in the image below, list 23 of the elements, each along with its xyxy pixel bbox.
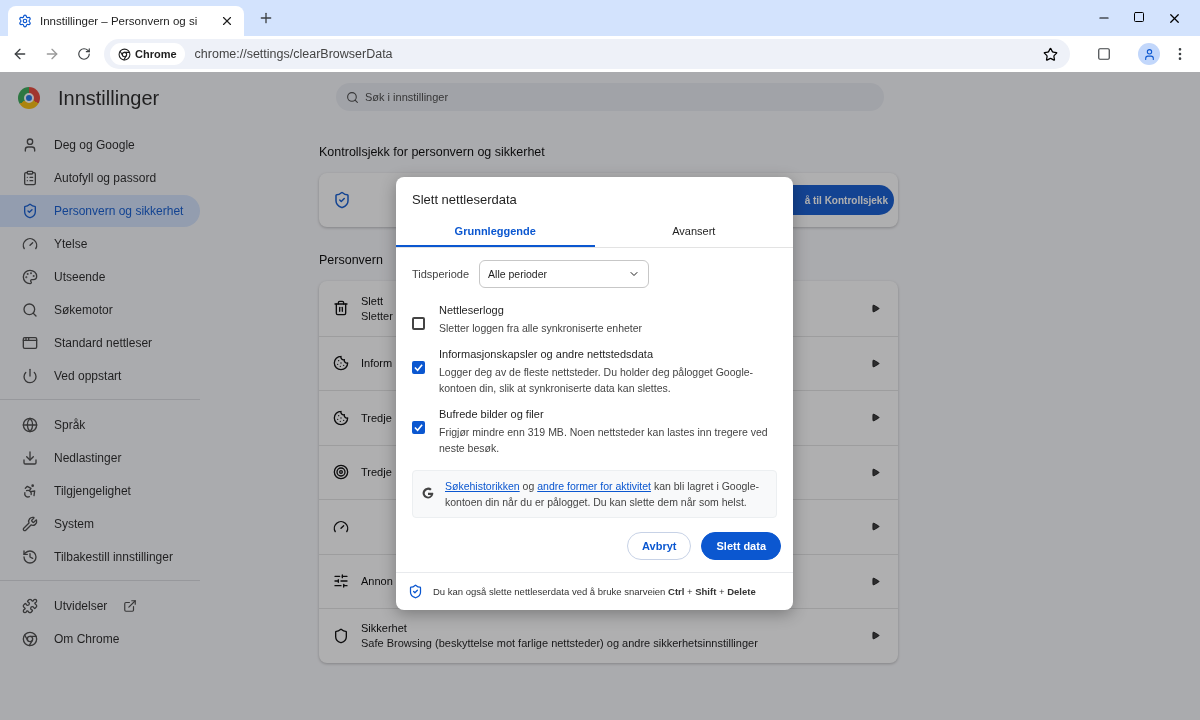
option-description: Frigjør mindre enn 319 MB. Noen nettsteder kan lastes inn tregere ved neste besøk.: [439, 425, 769, 456]
row-subtitle: Sletter: [361, 309, 393, 322]
shortcut-hint: Du kan også slette nettleserdata ved å bruke snarveien Ctrl + Shift + Delete: [433, 586, 756, 597]
row-title: Slett: [361, 294, 383, 307]
url-text: chrome://settings/clearBrowserData: [194, 47, 394, 61]
tab-title: Innstillinger – Personvern og si: [40, 15, 199, 27]
settings-title: Innstillinger: [58, 86, 160, 110]
section-heading: Kontrollsjekk for personvern og sikkerhet: [319, 145, 545, 159]
row-title: Tredje: [361, 411, 392, 424]
option-title: Bufrede bilder og filer: [439, 408, 545, 420]
info-text: Søkehistorikken og andre former for aktivitet kan bli lagret i Google-kontoen din når du er pålogget. Du kan slette dem når som helst.: [445, 479, 760, 510]
section-heading: Personvern: [319, 253, 383, 267]
option-description: Sletter loggen fra alle synkroniserte enheter: [439, 321, 643, 336]
option-description: Logger deg av de fleste nettsteder. Du holder deg pålogget Google-kontoen din, slik at synkroniserte data kan slettes.: [439, 365, 755, 396]
row-title: Sikkerhet: [361, 622, 407, 635]
option-title: Informasjonskapsler og andre nettstedsdata: [439, 348, 655, 360]
row-title: Inform: [361, 357, 393, 370]
row-subtitle: Safe Browsing (beskyttelse mot farlige nettsteder) og andre sikkerhetsinnstillinger: [361, 637, 758, 650]
dialog-title: Slett nettleserdata: [411, 191, 518, 209]
row-title: Annon: [361, 575, 393, 588]
row-title: Tredje: [361, 466, 392, 479]
option-title: Nettleserlogg: [439, 304, 505, 316]
period-label: Tidsperiode: [412, 268, 470, 280]
